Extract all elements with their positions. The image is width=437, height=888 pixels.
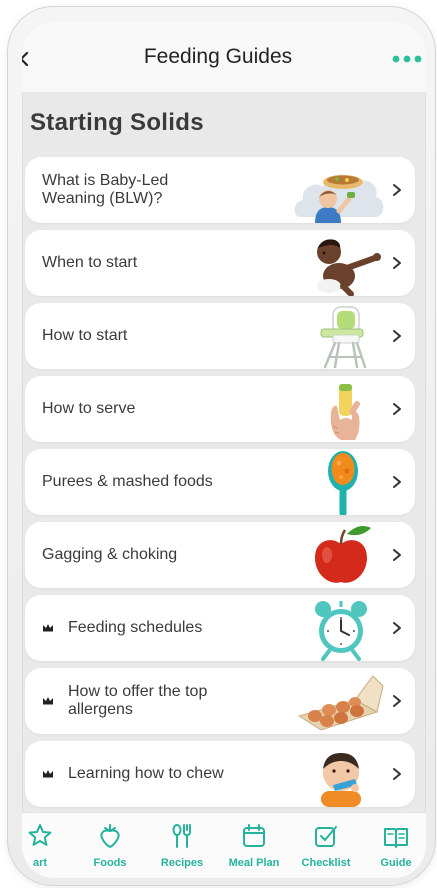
guide-card-when-to-start[interactable]: When to start bbox=[25, 229, 415, 296]
star-icon bbox=[28, 823, 52, 846]
chevron-right-icon bbox=[393, 548, 401, 561]
tab-start[interactable]: art bbox=[22, 813, 70, 878]
chevron-right-icon bbox=[393, 767, 401, 780]
crawling-baby-image bbox=[317, 238, 381, 296]
guide-label: When to start bbox=[42, 253, 138, 271]
chevron-right-icon bbox=[393, 621, 401, 634]
guide-label: Learning how to chew bbox=[68, 764, 224, 782]
red-apple-image bbox=[315, 525, 371, 583]
tab-guide[interactable]: Guide bbox=[366, 813, 426, 878]
chevron-right-icon bbox=[393, 402, 401, 415]
guide-label: Purees & mashed foods bbox=[42, 472, 213, 490]
guide-label: Feeding schedules bbox=[68, 618, 203, 636]
tab-label: Guide bbox=[380, 856, 412, 869]
guide-card-feeding-schedules[interactable]: Feeding schedules bbox=[25, 594, 415, 661]
chevron-right-icon bbox=[393, 256, 401, 269]
book-icon bbox=[384, 827, 408, 848]
guide-card-learning-to-chew[interactable]: Learning how to chew bbox=[25, 740, 415, 807]
tab-foods[interactable]: Foods bbox=[80, 813, 140, 878]
chevron-right-icon bbox=[393, 475, 401, 488]
guide-card-top-allergens[interactable]: How to offer the top allergens bbox=[25, 667, 415, 734]
tab-meal-plan[interactable]: Meal Plan bbox=[224, 813, 284, 878]
baby-with-teether-image bbox=[321, 752, 361, 807]
guide-card-how-to-start[interactable]: How to start bbox=[25, 302, 415, 369]
tab-label: Foods bbox=[93, 856, 127, 869]
guide-label: What is Baby-Led Weaning (BLW)? bbox=[42, 171, 169, 207]
app-screen: Feeding Guides Starting Solids What is B… bbox=[22, 21, 426, 878]
page-title: Feeding Guides bbox=[143, 44, 293, 68]
section-title: Starting Solids bbox=[30, 108, 204, 136]
strawberry-icon bbox=[100, 823, 120, 848]
guide-label: How to serve bbox=[42, 399, 136, 417]
baby-eating-from-bowl-image bbox=[294, 173, 384, 223]
guide-list: What is Baby-Led Weaning (BLW)? When to … bbox=[25, 156, 415, 807]
phone-frame: Feeding Guides Starting Solids What is B… bbox=[7, 6, 436, 886]
tab-label: Recipes bbox=[160, 856, 204, 869]
crown-icon bbox=[43, 769, 53, 777]
guide-label: How to offer the top allergens bbox=[68, 682, 208, 718]
bottom-tab-bar: art Foods Recipes Meal Plan Checklist Gu… bbox=[22, 811, 426, 878]
guide-label: How to start bbox=[42, 326, 128, 344]
calendar-icon bbox=[243, 823, 265, 847]
more-options-button[interactable] bbox=[392, 54, 422, 64]
guide-card-blw[interactable]: What is Baby-Led Weaning (BLW)? bbox=[25, 156, 415, 223]
chevron-right-icon bbox=[393, 183, 401, 196]
crown-icon bbox=[43, 696, 53, 704]
crown-icon bbox=[43, 623, 53, 631]
alarm-clock-image bbox=[315, 600, 367, 661]
tab-label: art bbox=[32, 856, 48, 869]
checklist-icon bbox=[315, 825, 337, 847]
tab-checklist[interactable]: Checklist bbox=[296, 813, 356, 878]
spoon-with-puree-image bbox=[328, 450, 358, 515]
guide-label: Gagging & choking bbox=[42, 545, 178, 563]
more-dots-icon bbox=[392, 55, 422, 62]
chevron-right-icon bbox=[393, 329, 401, 342]
tab-label: Checklist bbox=[301, 856, 351, 869]
egg-carton-image bbox=[297, 674, 384, 731]
tab-recipes[interactable]: Recipes bbox=[152, 813, 212, 878]
guide-card-purees[interactable]: Purees & mashed foods bbox=[25, 448, 415, 515]
guide-card-gagging[interactable]: Gagging & choking bbox=[25, 521, 415, 588]
guide-card-how-to-serve[interactable]: How to serve bbox=[25, 375, 415, 442]
chevron-right-icon bbox=[393, 694, 401, 707]
hand-holding-food-image bbox=[330, 383, 360, 440]
tab-label: Meal Plan bbox=[228, 856, 280, 869]
high-chair-image bbox=[320, 305, 367, 368]
guides-scroll-area[interactable]: Starting Solids What is Baby-Led Weaning… bbox=[22, 92, 426, 812]
app-header: Feeding Guides bbox=[22, 21, 426, 92]
utensils-icon bbox=[172, 823, 191, 848]
